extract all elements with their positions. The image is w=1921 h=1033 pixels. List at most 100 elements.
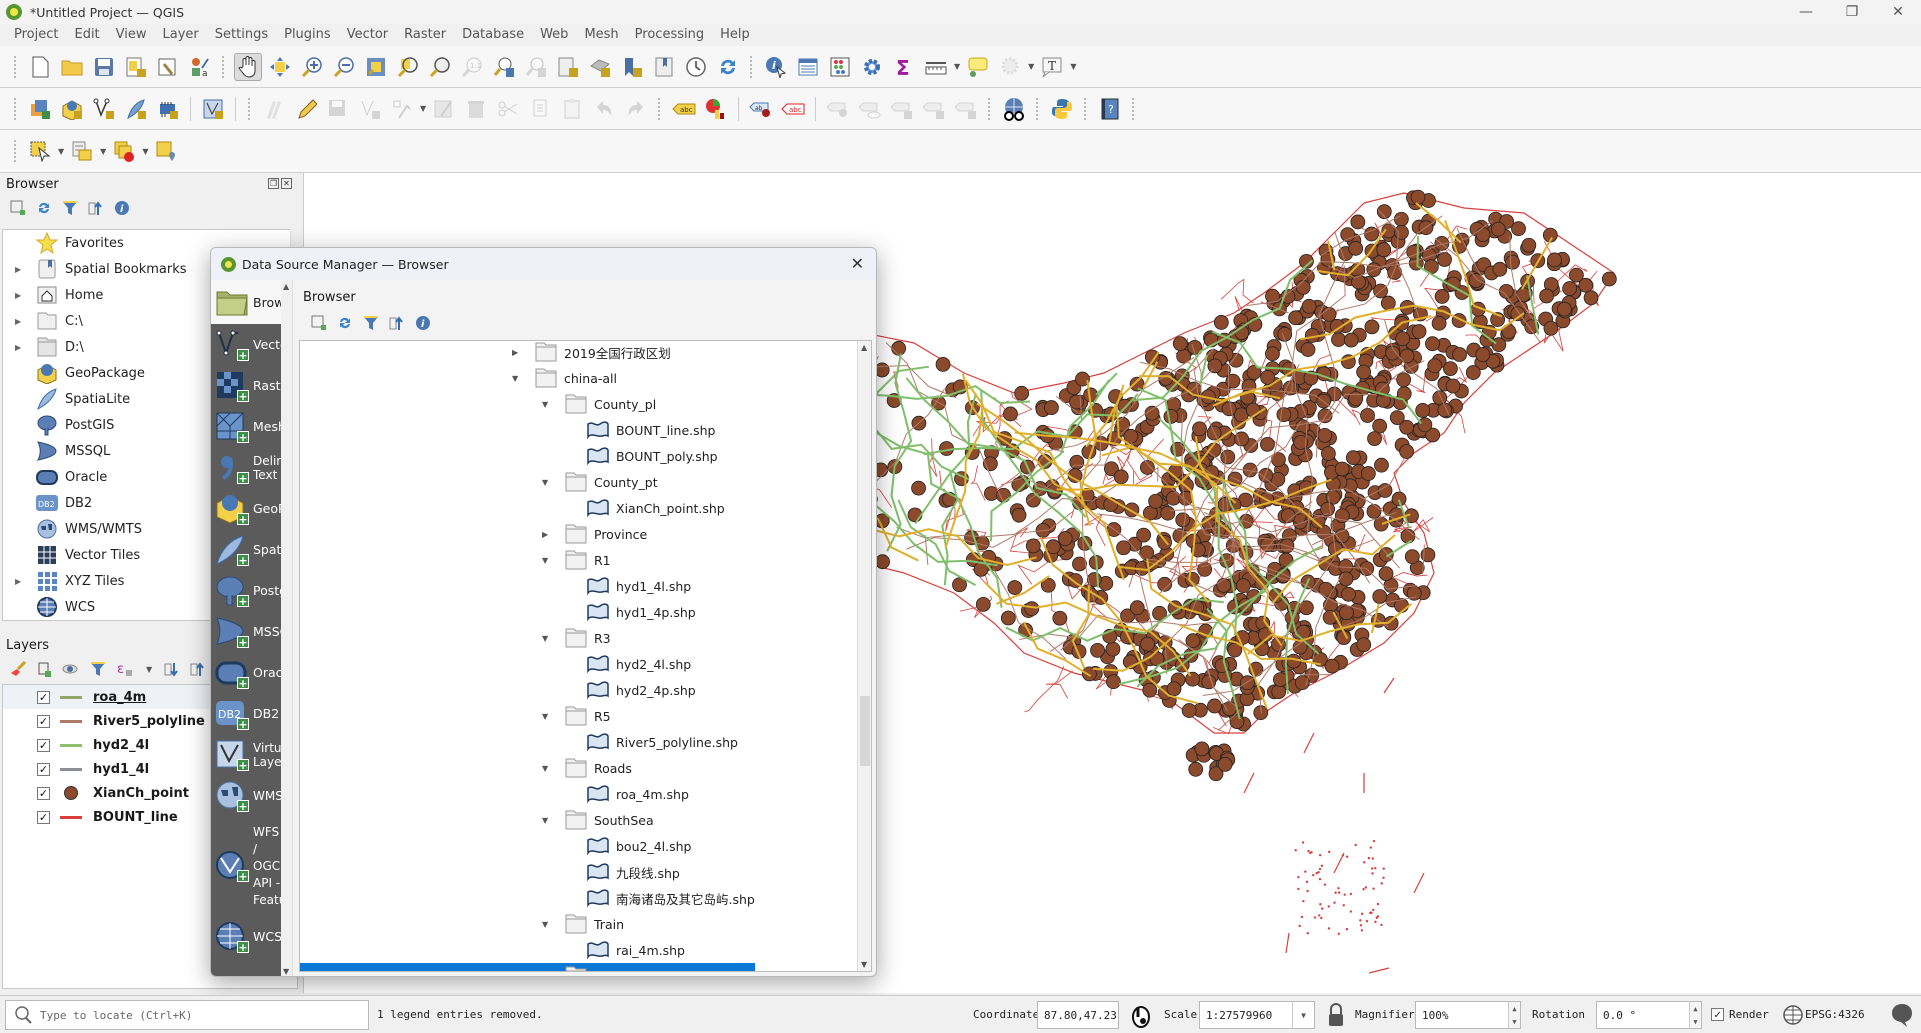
tree-file-item[interactable]: 九段线.shp [300, 859, 680, 885]
collapse-arrow-icon[interactable]: ▼ [542, 920, 556, 929]
show-statistics-button[interactable]: Σ [890, 53, 918, 81]
show-bookmarks-button[interactable] [650, 53, 678, 81]
select-by-location-button[interactable] [152, 137, 180, 165]
tree-file-item[interactable]: roa_4m.shp [300, 781, 689, 807]
properties-info-icon[interactable]: i [415, 315, 431, 331]
measure-dropdown-icon[interactable]: ▼ [954, 62, 960, 71]
render-checkbox[interactable]: ✓ [1711, 1008, 1724, 1021]
new-spatial-bookmark-button[interactable] [554, 53, 582, 81]
run-action-button[interactable] [996, 53, 1024, 81]
close-window-button[interactable]: ✕ [1875, 0, 1921, 24]
menu-project[interactable]: Project [6, 27, 66, 42]
crs-globe-icon[interactable] [1782, 1004, 1804, 1026]
collapse-arrow-icon[interactable]: ▼ [542, 634, 556, 643]
tree-folder-item[interactable]: ▼ R1 [300, 547, 611, 573]
rotation-spin-arrows[interactable]: ▲ ▼ [1689, 1002, 1701, 1028]
expand-arrow-icon[interactable]: ▶ [15, 291, 29, 300]
zoom-last-button[interactable] [490, 53, 518, 81]
metasearch-button[interactable] [1000, 95, 1028, 123]
crs-label[interactable]: EPSG:4326 [1805, 1008, 1865, 1021]
layer-visibility-checkbox[interactable]: ✓ [37, 786, 50, 800]
show-hide-labels-button[interactable] [856, 95, 884, 123]
tree-folder-item[interactable]: ▼ R5 [300, 703, 611, 729]
save-edits-button[interactable] [324, 95, 352, 123]
vertex-dropdown-icon[interactable]: ▼ [420, 104, 426, 113]
style-manager-button[interactable]: a [186, 53, 214, 81]
sidebar-item-geopackage[interactable]: +GeoPackage [211, 488, 281, 529]
tree-scrollbar[interactable]: ▲ ▼ [857, 341, 871, 971]
tree-file-item[interactable]: BOUNT_line.shp [300, 417, 715, 443]
menu-vector[interactable]: Vector [339, 27, 396, 42]
action-dropdown-icon[interactable]: ▼ [1028, 62, 1034, 71]
rotation-spinbox[interactable]: 0.0 ° ▲ ▼ [1596, 1001, 1702, 1029]
tree-file-item[interactable]: hyd1_4p.shp [300, 599, 696, 625]
zoom-next-button[interactable] [522, 53, 550, 81]
collapse-all-icon[interactable] [389, 315, 405, 331]
visibility-eye-icon[interactable] [62, 661, 80, 677]
filter-expression-icon[interactable]: ε [116, 661, 134, 677]
new-project-button[interactable] [26, 53, 54, 81]
collapse-arrow-icon[interactable]: ▼ [542, 400, 556, 409]
open-attribute-table-button[interactable] [794, 53, 822, 81]
properties-info-icon[interactable]: i [114, 200, 130, 216]
data-source-manager-button[interactable] [26, 95, 54, 123]
select-by-attributes-button[interactable] [68, 137, 96, 165]
sidebar-item-db2[interactable]: DB2 + DB2 [211, 693, 281, 734]
float-panel-button[interactable]: ❐ [268, 178, 279, 189]
current-edits-button[interactable] [260, 95, 288, 123]
collapse-arrow-icon[interactable]: ▼ [542, 556, 556, 565]
toolbar-grip[interactable] [14, 97, 18, 120]
scroll-down-icon[interactable]: ▼ [861, 960, 867, 969]
layer-visibility-checkbox[interactable]: ✓ [37, 810, 50, 824]
zoom-full-button[interactable] [362, 53, 390, 81]
toolbar-grip[interactable] [658, 97, 662, 120]
filter-icon[interactable] [62, 200, 78, 216]
messages-bubble-icon[interactable] [1890, 1002, 1914, 1028]
sidebar-item-wms[interactable]: +WMS/WMTS [211, 775, 281, 816]
toolbar-grip[interactable] [248, 97, 252, 120]
tree-folder-item[interactable]: ▼ County_pt [300, 469, 658, 495]
toolbar-grip[interactable] [14, 55, 18, 78]
new-shapefile-button[interactable] [90, 95, 118, 123]
select-features-button[interactable] [26, 137, 54, 165]
zoom-to-selection-button[interactable] [394, 53, 422, 81]
zoom-out-button[interactable] [330, 53, 358, 81]
menu-help[interactable]: Help [712, 27, 758, 42]
sidebar-item-delimited-text[interactable]: +Delimited Text [211, 447, 281, 488]
deselect-dropdown-icon[interactable]: ▼ [142, 147, 148, 156]
text-annotation-button[interactable]: T [1038, 53, 1066, 81]
tree-file-item[interactable]: hyd2_4p.shp [300, 677, 696, 703]
tree-folder-item[interactable]: ▶ Province [300, 521, 647, 547]
redo-button[interactable] [622, 95, 650, 123]
tree-folder-item[interactable]: ▼ Roads [300, 755, 632, 781]
digitize-button[interactable] [356, 95, 384, 123]
pan-map-button[interactable] [234, 52, 262, 81]
magnifier-spinbox[interactable]: 100% ▲ ▼ [1415, 1001, 1521, 1029]
sidebar-item-postgresql[interactable]: +PostgreSQL [211, 570, 281, 611]
zoom-in-button[interactable] [298, 53, 326, 81]
toolbar-grip[interactable] [1036, 97, 1040, 120]
vertex-tool-button[interactable] [388, 95, 416, 123]
cut-features-button[interactable] [494, 95, 522, 123]
refresh-button[interactable] [714, 53, 742, 81]
toolbar-grip[interactable] [1132, 97, 1136, 120]
tree-file-item[interactable]: 南海诸岛及其它岛屿.shp [300, 885, 755, 911]
expand-arrow-icon[interactable]: ▶ [15, 577, 29, 586]
select-attributes-dropdown-icon[interactable]: ▼ [100, 147, 106, 156]
restore-button[interactable]: ❐ [1829, 0, 1875, 24]
modify-attributes-button[interactable] [430, 95, 458, 123]
collapse-arrow-icon[interactable]: ▼ [542, 816, 556, 825]
sidebar-item-virtual-layer[interactable]: +Virtual Layer [211, 734, 281, 775]
toolbar-grip[interactable] [14, 140, 18, 162]
expand-arrow-icon[interactable]: ▶ [15, 317, 29, 326]
layer-visibility-checkbox[interactable]: ✓ [37, 762, 50, 776]
statistical-summary-button[interactable] [826, 53, 854, 81]
toolbar-grip[interactable] [988, 97, 992, 120]
menu-plugins[interactable]: Plugins [276, 27, 339, 42]
add-selected-layers-icon[interactable] [10, 200, 26, 216]
menu-web[interactable]: Web [532, 27, 576, 42]
sidebar-item-wcs[interactable]: + WCS [211, 916, 281, 957]
identify-features-button[interactable]: i [762, 53, 790, 81]
collapse-arrow-icon[interactable]: ▼ [542, 712, 556, 721]
toolbar-grip[interactable] [750, 55, 754, 78]
